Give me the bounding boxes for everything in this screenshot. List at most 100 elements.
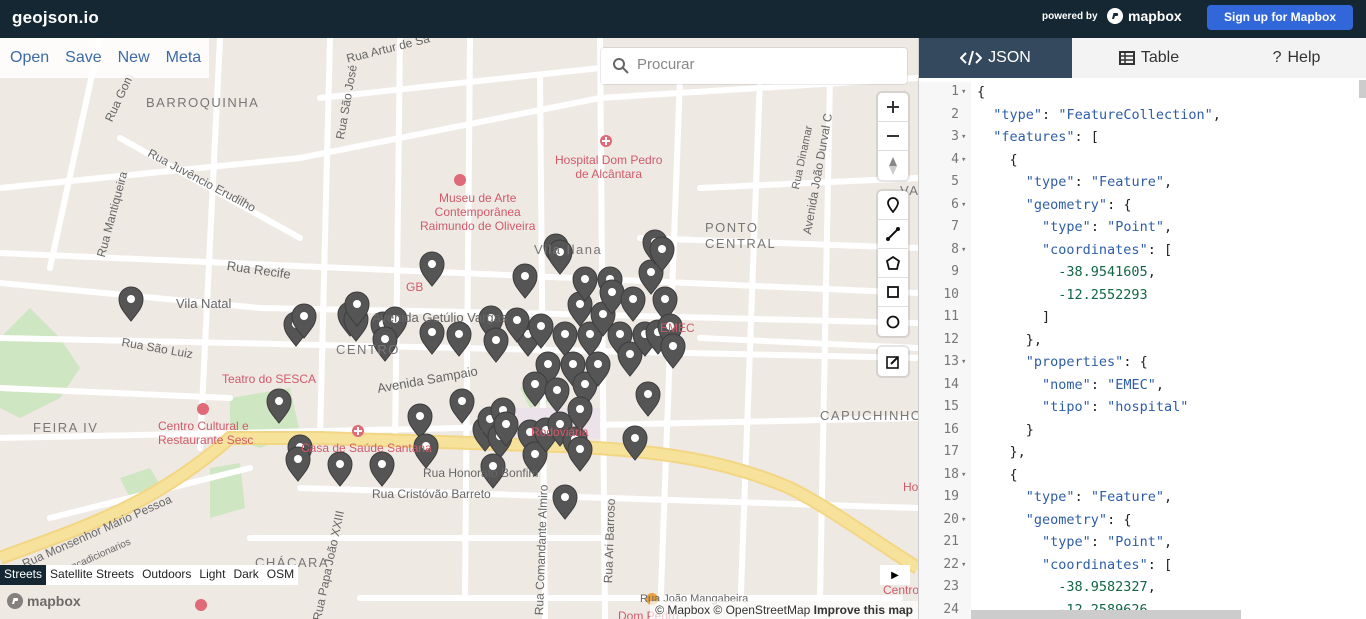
zoom-in-button[interactable] <box>878 93 908 122</box>
fold-arrow-icon[interactable]: ▾ <box>961 200 966 210</box>
style-light[interactable]: Light <box>195 565 229 585</box>
code-line[interactable]: 18 ▾ { <box>919 467 1366 490</box>
style-dark[interactable]: Dark <box>229 565 262 585</box>
poi-label-gb: GB <box>406 280 424 294</box>
code-line[interactable]: 9 -38.9541605, <box>919 264 1366 287</box>
code-text: -12.2552293 <box>1058 286 1148 303</box>
code-line[interactable]: 10 -12.2552293 <box>919 287 1366 310</box>
code-line[interactable]: 21 "type": "Point", <box>919 534 1366 557</box>
code-icon <box>960 50 983 66</box>
attribution-text[interactable]: © Mapbox © OpenStreetMap <box>655 603 810 617</box>
signup-button[interactable]: Sign up for Mapbox <box>1207 5 1353 30</box>
code-line[interactable]: 4 ▾ { <box>919 152 1366 175</box>
mapbox-attribution-logo[interactable]: mapbox <box>6 592 81 610</box>
vertical-scrollbar[interactable] <box>1359 80 1366 98</box>
code-line[interactable]: 11 ] <box>919 309 1366 332</box>
line-number: 24 <box>943 601 959 617</box>
code-text: "type": "Feature", <box>1025 174 1173 190</box>
style-streets[interactable]: Streets <box>0 565 47 585</box>
draw-polygon-button[interactable] <box>878 249 908 278</box>
fold-arrow-icon[interactable]: ▾ <box>961 132 966 142</box>
code-line[interactable]: 23 -38.9582327, <box>919 579 1366 602</box>
line-number: 6 <box>951 196 959 212</box>
code-text: "type": "Point", <box>1042 219 1173 235</box>
horizontal-scrollbar[interactable] <box>971 610 1241 619</box>
line-number: 10 <box>943 286 959 302</box>
fold-arrow-icon[interactable]: ▾ <box>961 245 966 255</box>
code-line[interactable]: 3 ▾ "features": [ <box>919 129 1366 152</box>
style-osm[interactable]: OSM <box>263 565 298 585</box>
street-label-honorato: Rua Honorato Bonfim <box>423 466 539 480</box>
code-text: }, <box>977 331 1043 348</box>
fold-arrow-icon[interactable]: ▾ <box>961 515 966 525</box>
code-line[interactable]: 20 ▾ "geometry": { <box>919 512 1366 535</box>
poi-label-casa-saude: Casa de Saúde Santana <box>301 441 432 455</box>
fold-arrow-icon[interactable]: ▾ <box>961 357 966 367</box>
line-number: 8 <box>951 241 959 257</box>
menu-meta[interactable]: Meta <box>158 38 210 78</box>
compass-button[interactable] <box>878 151 908 180</box>
mapbox-logo-icon <box>1107 8 1123 24</box>
fold-arrow-icon[interactable]: ▾ <box>961 470 966 480</box>
code-line[interactable]: 8 ▾ "coordinates": [ <box>919 242 1366 265</box>
code-text: } <box>977 421 1034 438</box>
tab-help[interactable]: ? Help <box>1226 38 1366 78</box>
menu-save[interactable]: Save <box>57 38 109 78</box>
search-box <box>601 48 907 84</box>
code-text: "features": [ <box>993 129 1099 145</box>
code-line[interactable]: 7 "type": "Point", <box>919 219 1366 242</box>
code-line[interactable]: 12 }, <box>919 332 1366 355</box>
fold-arrow-icon[interactable]: ▾ <box>961 155 966 165</box>
map-canvas[interactable]: BARROQUINHA Rua Artur de Sá Rua Gom Rua … <box>0 38 918 619</box>
code-line[interactable]: 16 } <box>919 422 1366 445</box>
improve-map-link[interactable]: Improve this map <box>814 603 913 617</box>
poi-label-teatro: Teatro do SESCA <box>222 372 317 386</box>
line-number: 1 <box>951 84 959 99</box>
line-number: 2 <box>951 106 959 122</box>
code-line[interactable]: 2 "type": "FeatureCollection", <box>919 107 1366 130</box>
code-text: { <box>977 151 1018 168</box>
menu-open[interactable]: Open <box>2 38 57 78</box>
edit-button[interactable] <box>878 347 908 376</box>
code-line[interactable]: 1 ▾ { <box>919 84 1366 107</box>
code-text: "nome": "EMEC", <box>1042 376 1164 393</box>
code-line[interactable]: 15 "tipo": "hospital" <box>919 399 1366 422</box>
search-input[interactable] <box>637 56 897 73</box>
file-menu: Open Save New Meta <box>0 38 210 78</box>
draw-marker-button[interactable] <box>878 191 908 220</box>
area-label-vila-ilana: Vila Ilana <box>534 242 603 257</box>
style-satellite-streets[interactable]: Satellite Streets <box>46 565 138 585</box>
code-line[interactable]: 19 "type": "Feature", <box>919 489 1366 512</box>
fold-arrow-icon[interactable]: ▾ <box>961 560 966 570</box>
tab-table[interactable]: Table <box>1072 38 1226 78</box>
collapse-button[interactable]: ▶ <box>880 565 910 585</box>
area-label-barroquinha: BARROQUINHA <box>146 95 260 110</box>
line-number: 23 <box>943 579 959 594</box>
json-editor[interactable]: 1 ▾{2 "type": "FeatureCollection", 3 ▾ "fea… <box>919 82 1366 619</box>
code-line[interactable]: 5 "type": "Feature", <box>919 174 1366 197</box>
draw-circle-button[interactable] <box>878 307 908 336</box>
line-number: 21 <box>943 534 959 549</box>
app-title[interactable]: geojson.io <box>12 8 99 28</box>
code-text: "coordinates": [ <box>1042 556 1173 573</box>
code-line[interactable]: 14 "nome": "EMEC", <box>919 377 1366 400</box>
code-text: "tipo": "hospital" <box>1042 399 1189 415</box>
zoom-out-button[interactable] <box>878 122 908 151</box>
menu-new[interactable]: New <box>110 38 158 78</box>
area-label-centro: CENTRO <box>336 342 400 357</box>
code-line[interactable]: 6 ▾ "geometry": { <box>919 197 1366 220</box>
poi-label-hospital: Hospital Dom Pedro de Alcântara <box>555 153 663 181</box>
street-label-cristovao: Rua Cristóvão Barreto <box>372 487 491 501</box>
style-outdoors[interactable]: Outdoors <box>138 565 195 585</box>
line-number: 7 <box>951 219 959 234</box>
tab-json[interactable]: JSON <box>919 38 1072 78</box>
mapbox-logo[interactable]: mapbox <box>1106 7 1182 25</box>
code-line[interactable]: 13 ▾ "properties": { <box>919 354 1366 377</box>
draw-line-button[interactable] <box>878 220 908 249</box>
circle-icon <box>886 315 900 328</box>
code-line[interactable]: 17 }, <box>919 444 1366 467</box>
draw-rectangle-button[interactable] <box>878 278 908 307</box>
code-line[interactable]: 22 ▾ "coordinates": [ <box>919 557 1366 580</box>
caret-right-icon: ▶ <box>891 569 899 581</box>
fold-arrow-icon[interactable]: ▾ <box>961 87 966 97</box>
